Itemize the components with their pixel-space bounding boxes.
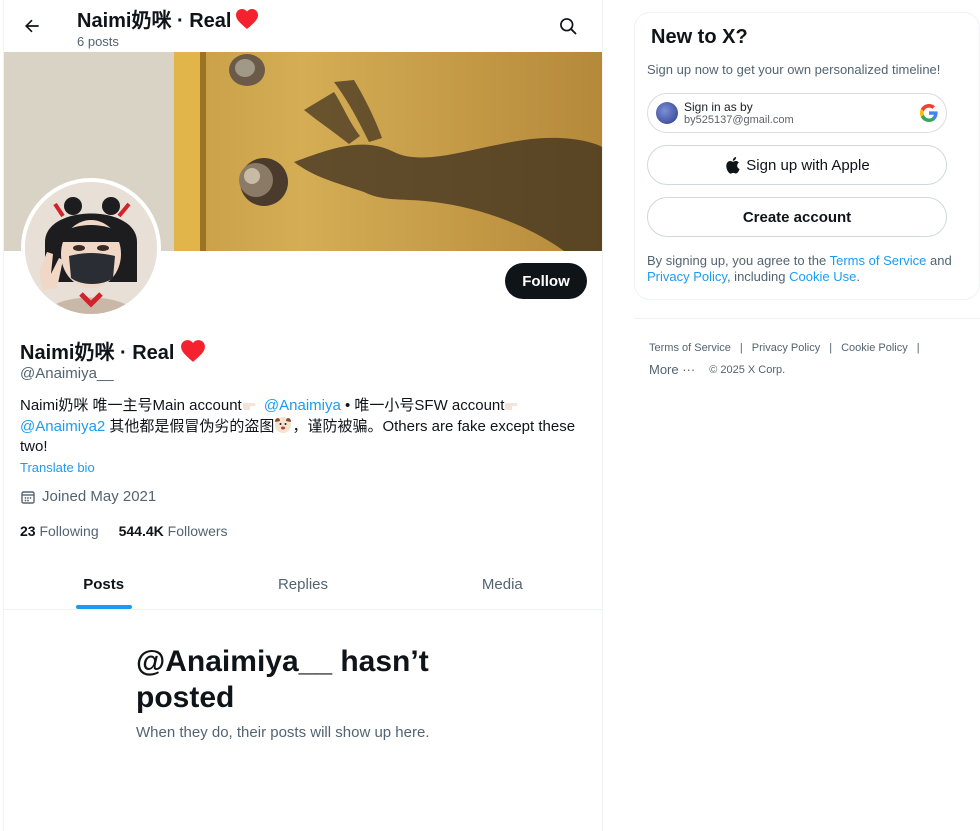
profile-handle: @Anaimiya__: [20, 365, 114, 382]
follow-stats: 23 Following 544.4K Followers: [20, 523, 228, 539]
heart-icon: [236, 8, 259, 29]
avatar-image: [25, 182, 157, 314]
calendar-icon: [21, 490, 35, 504]
mention-link[interactable]: @Anaimiya: [264, 397, 341, 414]
profile-bio: Naimi奶咪 唯一主号Main account @Anaimiya • 唯一小…: [20, 397, 576, 455]
signup-terms: By signing up, you agree to the Terms of…: [647, 253, 952, 284]
google-logo-icon: [920, 104, 938, 122]
footer: Terms of Service | Privacy Policy | Cookie…: [649, 340, 949, 378]
copyright: © 2025 X Corp.: [709, 364, 786, 376]
tab-media[interactable]: Media: [403, 560, 602, 609]
header-title: Naimi奶咪 · Real: [77, 4, 259, 33]
following-count-link[interactable]: 23 Following: [20, 523, 99, 539]
back-button[interactable]: [16, 10, 48, 42]
empty-state-title: @Anaimiya__ hasn’t posted: [136, 645, 429, 714]
followers-count-link[interactable]: 544.4K Followers: [119, 523, 228, 539]
footer-separator: |: [739, 342, 743, 354]
sidebar-divider: [634, 318, 980, 319]
profile-tabs: Posts Replies Media: [4, 560, 602, 610]
footer-separator: |: [916, 342, 920, 354]
heart-icon: [181, 339, 206, 362]
active-tab-indicator: [75, 605, 132, 609]
create-account-button[interactable]: Create account: [647, 197, 947, 237]
profile-column: Naimi奶咪 · Real 6 posts Follow Naimi奶咪 · …: [3, 0, 603, 831]
google-sign-in-label: Sign in as by: [684, 100, 753, 114]
signup-subtitle: Sign up now to get your own personalized…: [647, 62, 941, 77]
footer-privacy-link[interactable]: Privacy Policy: [752, 340, 820, 356]
search-icon: [560, 18, 577, 35]
joined-date: Joined May 2021: [20, 488, 156, 505]
cookie-use-link[interactable]: Cookie Use: [789, 269, 856, 284]
signup-title: New to X?: [651, 26, 748, 48]
footer-more-button[interactable]: More ···: [649, 362, 695, 378]
google-account-avatar: [656, 102, 678, 124]
tab-replies[interactable]: Replies: [203, 560, 402, 609]
empty-state-subtitle: When they do, their posts will show up h…: [136, 724, 430, 741]
profile-header: Naimi奶咪 · Real 6 posts: [4, 0, 602, 52]
google-sign-in-button[interactable]: Sign in as by by525137@gmail.com: [647, 93, 947, 133]
mention-link[interactable]: @Anaimiya2: [20, 418, 105, 435]
sign-up-apple-button[interactable]: Sign up with Apple: [647, 145, 947, 185]
apple-icon: [726, 157, 740, 174]
footer-separator: |: [829, 342, 833, 354]
arrow-left-icon: [25, 19, 39, 33]
pointing-hand-icon: [242, 403, 256, 410]
footer-cookie-link[interactable]: Cookie Policy: [841, 340, 908, 356]
post-count: 6 posts: [77, 34, 119, 49]
pointing-hand-icon: [505, 403, 518, 410]
follow-button[interactable]: Follow: [505, 263, 587, 299]
profile-name: Naimi奶咪 · Real: [20, 336, 206, 365]
dog-face-icon: [275, 417, 292, 433]
tab-posts[interactable]: Posts: [4, 560, 203, 609]
signup-panel: New to X? Sign up now to get your own pe…: [634, 12, 980, 300]
translate-bio-link[interactable]: Translate bio: [20, 460, 95, 475]
footer-terms-link[interactable]: Terms of Service: [649, 340, 731, 356]
avatar[interactable]: [21, 178, 161, 318]
google-account-email: by525137@gmail.com: [684, 114, 794, 126]
terms-of-service-link[interactable]: Terms of Service: [830, 253, 927, 268]
privacy-policy-link[interactable]: Privacy Policy: [647, 269, 727, 284]
footer-links: Terms of Service | Privacy Policy | Cookie…: [649, 340, 949, 356]
search-button[interactable]: [552, 10, 584, 42]
footer-row-2: More ··· © 2025 X Corp.: [649, 362, 949, 378]
